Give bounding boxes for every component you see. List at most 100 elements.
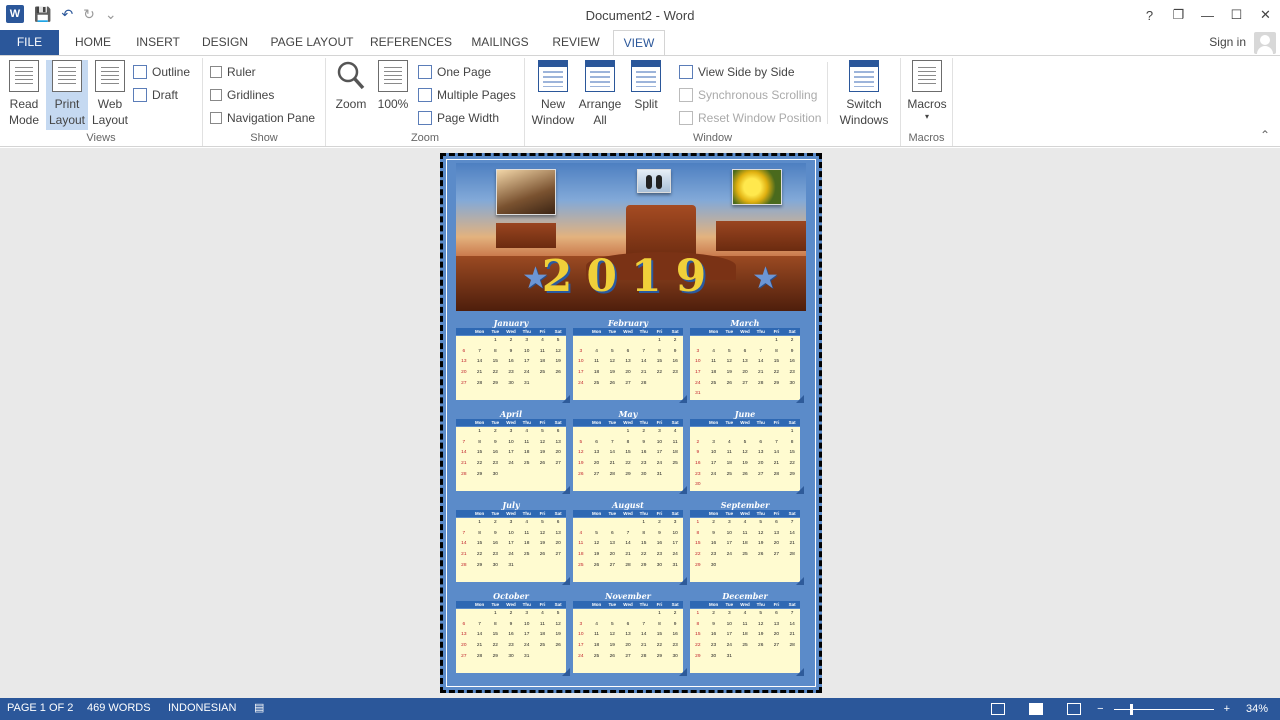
close-icon[interactable]: ✕ (1251, 0, 1280, 30)
day-cell: 6 (556, 429, 560, 434)
sign-in-link[interactable]: Sign in (1209, 35, 1246, 49)
tab-review[interactable]: REVIEW (546, 30, 606, 55)
day-cell: 1 (775, 338, 778, 343)
view-side-by-side-label: View Side by Side (698, 65, 795, 79)
zoom-out-icon[interactable]: − (1097, 703, 1103, 715)
avatar[interactable] (1254, 32, 1276, 54)
split-button[interactable]: Split (625, 60, 667, 112)
tab-file[interactable]: FILE (0, 30, 59, 55)
day-cell (472, 480, 488, 491)
day-cell (706, 662, 722, 673)
proofing-icon[interactable]: ▤ (254, 701, 264, 714)
document-page[interactable]: ★ ★ 2019 January Mon Tue Wed Thu Fri Sat 1 2 3 4 5 6… (440, 153, 822, 693)
day-cell: 22 (492, 643, 498, 648)
day-cell: 5 (610, 348, 614, 354)
page-width-button[interactable]: Page Width (418, 108, 499, 128)
tab-mailings[interactable]: MAILINGS (462, 30, 538, 55)
day-cell: 3 (579, 348, 583, 354)
day-cell: 3 (712, 439, 715, 445)
tab-design[interactable]: DESIGN (196, 30, 254, 55)
day-cell (472, 571, 488, 582)
zoom-level[interactable]: 34% (1234, 703, 1280, 715)
save-icon[interactable]: 💾 (34, 6, 51, 23)
collapse-ribbon-icon[interactable]: ⌃ (1260, 128, 1270, 142)
day-cell: 7 (478, 348, 481, 354)
undo-icon[interactable]: ↶ (61, 6, 73, 23)
redo-icon[interactable]: ↻ (83, 6, 95, 23)
day-cell (690, 336, 706, 347)
maximize-icon[interactable]: ☐ (1222, 0, 1251, 30)
view-side-by-side-button[interactable]: View Side by Side (679, 62, 795, 82)
web-layout-button[interactable]: Web Layout (89, 60, 131, 128)
day-cell: 29 (641, 562, 647, 568)
one-page-button[interactable]: One Page (418, 62, 491, 82)
help-icon[interactable]: ? (1135, 0, 1164, 30)
switch-windows-button[interactable]: Switch Windows (832, 60, 896, 128)
multiple-pages-button[interactable]: Multiple Pages (418, 85, 516, 105)
zoom-in-icon[interactable]: + (1224, 703, 1230, 715)
macros-button[interactable]: Macros ▾ (905, 60, 949, 122)
weekday-label: Sat (671, 420, 679, 425)
zoom-slider-thumb[interactable] (1129, 703, 1133, 715)
day-cell: 24 (656, 461, 663, 466)
word-count[interactable]: 469 WORDS (87, 702, 151, 714)
zoom-slider[interactable] (1113, 703, 1214, 715)
zoom-100-button[interactable]: 100% (373, 60, 413, 112)
day-cell: 14 (789, 530, 795, 536)
zoom-button[interactable]: Zoom (330, 60, 372, 112)
weekday-label: Fri (539, 511, 546, 516)
print-layout-view-icon[interactable] (1029, 703, 1044, 715)
outline-button[interactable]: Outline (133, 62, 190, 82)
day-cell: 2 (673, 611, 677, 616)
customize-icon[interactable]: ⌄ (105, 6, 117, 23)
day-cell: 11 (539, 348, 545, 354)
day-cell: 17 (508, 450, 514, 456)
weekday-label (690, 419, 706, 426)
photo-flowers-thumbnail (732, 169, 782, 205)
magnifier-icon (337, 61, 365, 90)
tab-insert[interactable]: INSERT (128, 30, 188, 55)
ruler-checkbox-box[interactable] (210, 66, 222, 78)
word-icon[interactable]: W (6, 5, 24, 23)
reset-window-position-button[interactable]: Reset Window Position (679, 108, 821, 128)
minimize-icon[interactable]: — (1193, 0, 1222, 30)
page-count[interactable]: PAGE 1 OF 2 (7, 702, 73, 714)
gridlines-checkbox[interactable]: Gridlines (210, 85, 274, 105)
read-mode-view-icon[interactable] (991, 703, 1006, 715)
switch-windows-icon (849, 60, 879, 92)
day-cell: 5 (727, 348, 731, 354)
print-layout-button[interactable]: Print Layout (46, 60, 88, 130)
day-cell: 15 (476, 450, 483, 456)
day-cell: 31 (524, 653, 530, 659)
draft-button[interactable]: Draft (133, 85, 178, 105)
navigation-pane-checkbox[interactable]: Navigation Pane (210, 108, 315, 128)
language[interactable]: INDONESIAN (168, 702, 236, 714)
day-cell: 26 (609, 380, 615, 386)
navigation-pane-checkbox-box[interactable] (210, 112, 222, 124)
weekday-label: Mon (708, 329, 719, 334)
month-name: January (493, 318, 529, 328)
day-cell (667, 470, 683, 481)
day-cell: 3 (727, 520, 731, 525)
arrange-all-button[interactable]: Arrange All (578, 60, 622, 128)
weekday-label: Thu (522, 602, 531, 607)
tab-home[interactable]: HOME (66, 30, 120, 55)
tab-references[interactable]: REFERENCES (368, 30, 454, 55)
ruler-checkbox[interactable]: Ruler (210, 62, 256, 82)
day-cell: 16 (710, 541, 717, 547)
gridlines-checkbox-box[interactable] (210, 89, 222, 101)
tab-page-layout[interactable]: PAGE LAYOUT (264, 30, 360, 55)
synchronous-scrolling-button[interactable]: Synchronous Scrolling (679, 85, 817, 105)
day-cell: 30 (695, 482, 701, 488)
day-cell: 4 (541, 611, 544, 616)
read-mode-button[interactable]: Read Mode (3, 60, 45, 128)
weekday-label: Sat (671, 602, 679, 607)
day-cell: 23 (710, 552, 717, 557)
tab-view[interactable]: VIEW (613, 30, 665, 56)
ribbon-display-options-icon[interactable]: ❐ (1164, 0, 1193, 30)
document-area[interactable]: ★ ★ 2019 January Mon Tue Wed Thu Fri Sat 1 2 3 4 5 6… (0, 148, 1280, 698)
day-cell (604, 480, 620, 491)
web-layout-view-icon[interactable] (1067, 703, 1082, 715)
new-window-button[interactable]: New Window (531, 60, 575, 128)
day-cell (652, 662, 668, 673)
